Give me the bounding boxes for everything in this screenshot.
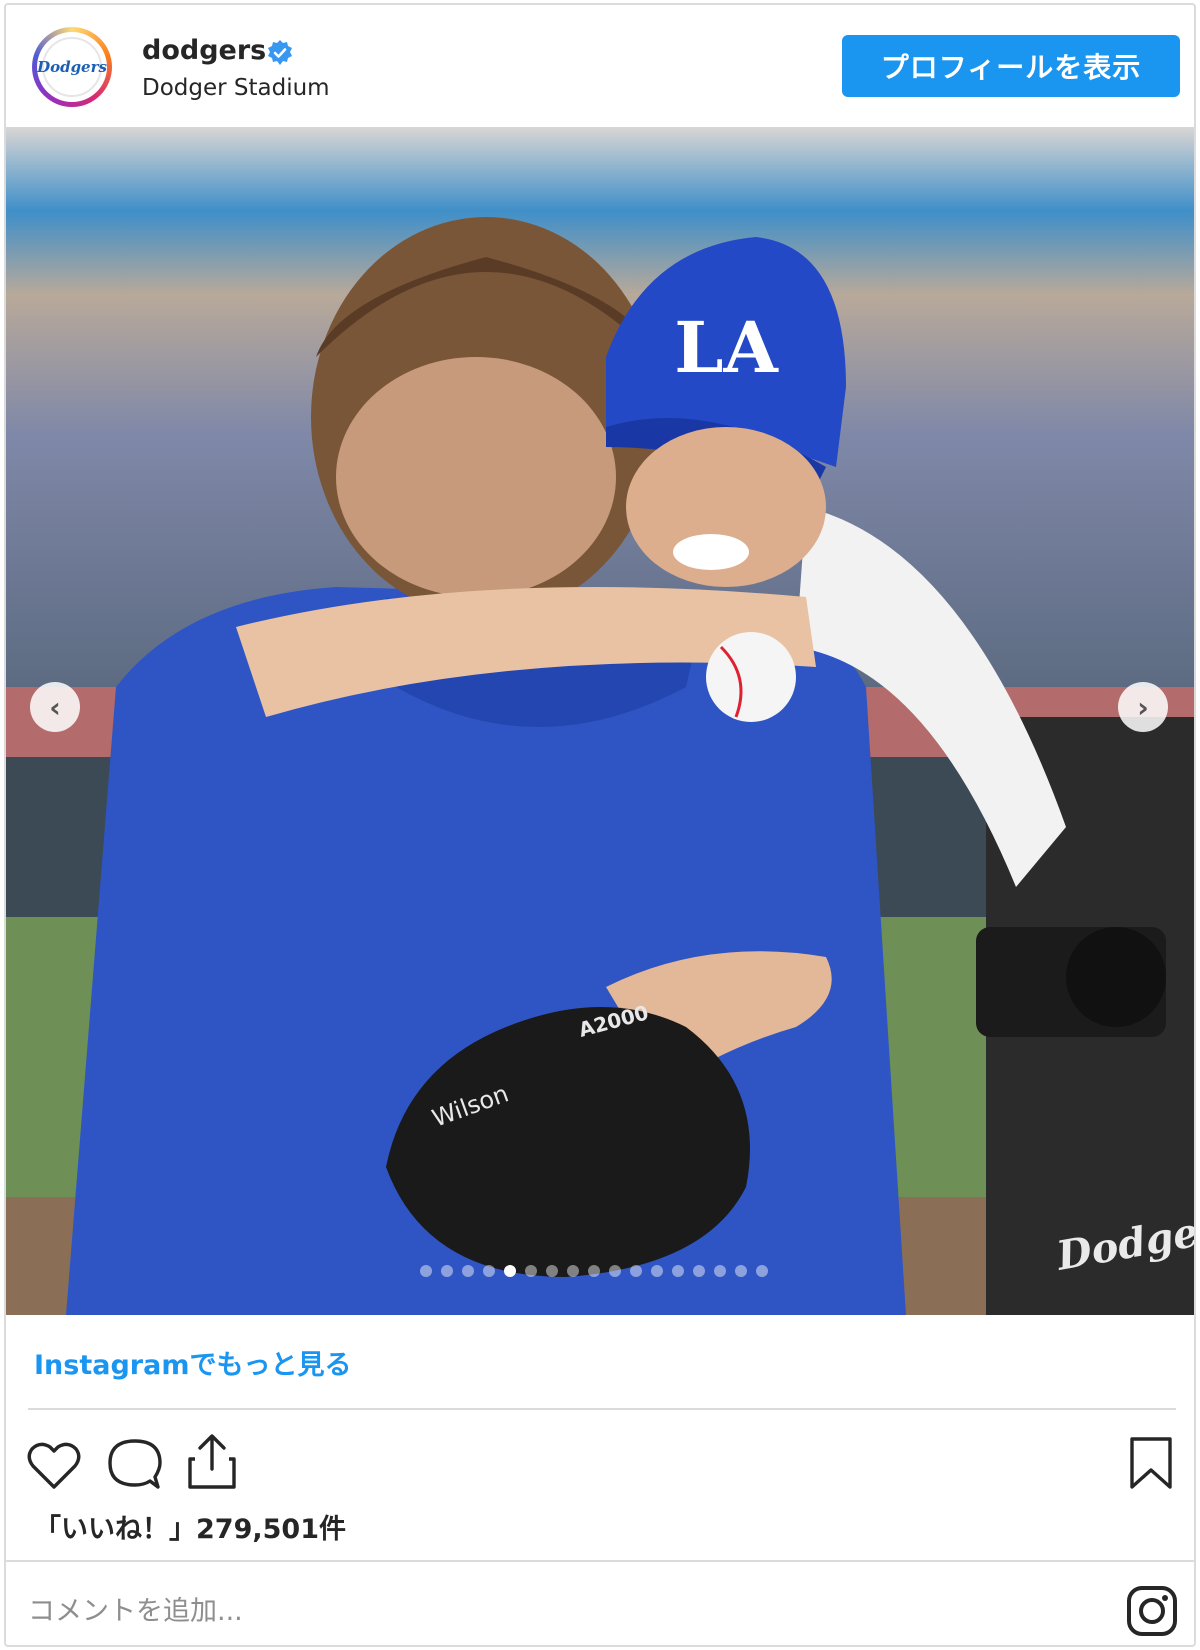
instagram-embed-card: Dodgers dodgers Dodger Stadium プロフィールを表示	[4, 3, 1196, 1647]
likes-count: 「いいね！」279,501件	[34, 1514, 346, 1545]
view-profile-button[interactable]: プロフィールを表示	[842, 35, 1180, 97]
username-link[interactable]: dodgers	[142, 35, 266, 66]
carousel-dot	[483, 1265, 495, 1277]
carousel-dot	[735, 1265, 747, 1277]
comment-icon[interactable]	[108, 1437, 162, 1491]
carousel-dot	[756, 1265, 768, 1277]
post-header: Dodgers dodgers Dodger Stadium プロフィールを表示	[6, 5, 1194, 127]
carousel-dot	[504, 1265, 516, 1277]
divider	[28, 1408, 1176, 1410]
svg-text:LA: LA	[674, 306, 779, 389]
carousel-dot	[672, 1265, 684, 1277]
carousel-dot	[525, 1265, 537, 1277]
chevron-left-icon: ‹	[49, 690, 61, 724]
see-more-on-instagram-link[interactable]: Instagramでもっと見る	[34, 1343, 351, 1382]
profile-avatar[interactable]: Dodgers	[32, 27, 112, 107]
carousel-dot	[714, 1265, 726, 1277]
divider	[6, 1560, 1194, 1562]
carousel-dot	[441, 1265, 453, 1277]
location-link[interactable]: Dodger Stadium	[142, 75, 330, 101]
carousel-dot	[609, 1265, 621, 1277]
carousel-dot	[693, 1265, 705, 1277]
verified-badge-icon	[268, 40, 292, 65]
comment-input[interactable]	[28, 1587, 1028, 1635]
carousel-dot	[420, 1265, 432, 1277]
carousel-prev-button[interactable]: ‹	[30, 682, 80, 732]
carousel-next-button[interactable]: ›	[1118, 682, 1168, 732]
carousel-dot	[462, 1265, 474, 1277]
bookmark-icon[interactable]	[1128, 1435, 1174, 1491]
instagram-logo-icon[interactable]	[1126, 1585, 1178, 1637]
heart-icon[interactable]	[26, 1439, 82, 1491]
carousel-dot	[567, 1265, 579, 1277]
carousel-dot	[546, 1265, 558, 1277]
carousel-dot	[630, 1265, 642, 1277]
carousel-dot	[651, 1265, 663, 1277]
share-icon[interactable]	[186, 1433, 238, 1491]
photo-illustration: LA Wilson A2000	[6, 127, 1194, 1315]
chevron-right-icon: ›	[1137, 690, 1149, 724]
carousel-dot	[588, 1265, 600, 1277]
post-photo[interactable]: LA Wilson A2000 ‹ › Dodgers	[6, 127, 1194, 1315]
dodgers-logo-icon: Dodgers	[37, 37, 107, 97]
